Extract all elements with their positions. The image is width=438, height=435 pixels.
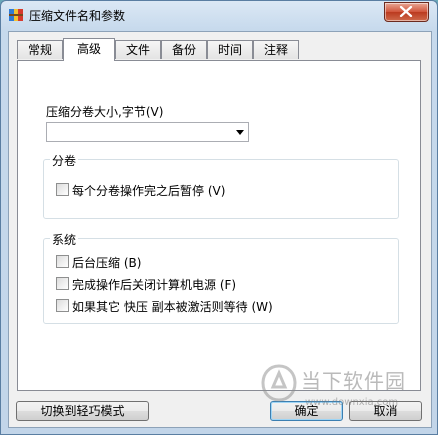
- tab-general[interactable]: 常规: [17, 40, 63, 59]
- tab-comment[interactable]: 注释: [253, 40, 299, 59]
- title-bar[interactable]: 压缩文件名和参数: [1, 1, 437, 29]
- close-icon: [399, 6, 413, 17]
- tab-time[interactable]: 时间: [207, 40, 253, 59]
- ok-button[interactable]: 确定: [270, 401, 343, 421]
- pause-after-volume-checkbox[interactable]: [56, 183, 69, 196]
- tab-backup[interactable]: 备份: [161, 40, 207, 59]
- split-group: 分卷 每个分卷操作完之后暂停 (V): [43, 152, 399, 219]
- wait-other-copy-checkbox[interactable]: [56, 299, 69, 312]
- split-size-label: 压缩分卷大小,字节(V): [46, 105, 164, 119]
- switch-light-mode-button[interactable]: 切换到轻巧模式: [16, 401, 149, 421]
- tab-files[interactable]: 文件: [115, 40, 161, 59]
- pause-after-volume-label: 每个分卷操作完之后暂停 (V): [72, 184, 226, 198]
- background-compress-checkbox[interactable]: [56, 255, 69, 268]
- close-button[interactable]: [384, 2, 429, 22]
- system-group: 系统 后台压缩 (B) 完成操作后关闭计算机电源 (F) 如果其它 快压 副本被…: [43, 231, 399, 324]
- cancel-button[interactable]: 取消: [349, 401, 422, 421]
- background-compress-label: 后台压缩 (B): [72, 256, 142, 270]
- advanced-tab-panel: 压缩分卷大小,字节(V) 分卷 每个分卷操作完之后暂停 (V) 系统 后台压缩: [17, 60, 421, 391]
- app-icon: [8, 7, 24, 23]
- tab-advanced[interactable]: 高级: [63, 38, 115, 61]
- shutdown-after-label: 完成操作后关闭计算机电源 (F): [72, 278, 237, 292]
- dialog-window: 压缩文件名和参数 常规 高级 文件 备份 时间 注释 压缩分卷大小,字节(V): [0, 0, 438, 435]
- system-group-title: 系统: [50, 231, 79, 248]
- split-group-title: 分卷: [50, 152, 79, 169]
- wait-other-copy-label: 如果其它 快压 副本被激活则等待 (W): [72, 300, 273, 314]
- split-size-combobox[interactable]: [46, 122, 249, 142]
- window-title: 压缩文件名和参数: [29, 9, 126, 23]
- chevron-down-icon: [236, 130, 244, 135]
- shutdown-after-checkbox[interactable]: [56, 277, 69, 290]
- dialog-client-area: 常规 高级 文件 备份 时间 注释 压缩分卷大小,字节(V) 分卷 每个分卷操作…: [8, 31, 432, 428]
